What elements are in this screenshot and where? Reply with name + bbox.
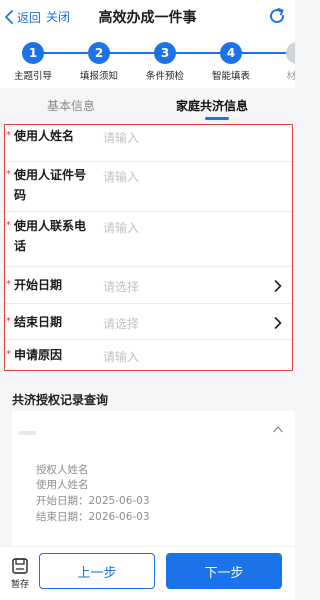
required-mark: * [6,349,11,360]
form-row-end-date[interactable]: * 结束日期 请选择 [5,304,292,340]
required-mark: * [6,130,11,141]
step-connector [109,52,154,54]
form-row-start-date[interactable]: * 开始日期 请选择 [5,267,292,304]
user-name-input[interactable]: 请输入 [103,129,139,146]
active-tab-indicator [205,117,229,120]
record-line: 开始日期：2025-06-03 [36,495,150,507]
field-label: 使用人姓名 [14,129,75,143]
field-label-line1: 使用人联系电 [14,219,87,233]
field-label-line1: 使用人证件号 [14,168,87,182]
step-connector [176,52,221,54]
required-mark: * [6,279,11,290]
form-row-user-phone[interactable]: * 使用人联系电 话 请输入 [5,212,292,267]
record-header-placeholder [18,431,36,435]
required-mark: * [6,316,11,327]
next-step-button[interactable]: 下一步 [166,553,282,589]
authorization-record-card[interactable]: 授权人姓名 使用人姓名 开始日期：2025-06-03 结束日期：2026-06… [12,411,295,546]
record-section-title: 共济授权记录查询 [12,393,109,407]
page-title: 高效办成一件事 [98,10,197,26]
tab-basic-info[interactable]: 基本信息 [47,97,95,114]
save-icon [12,558,28,574]
save-draft-button[interactable]: 暂存 [6,557,34,591]
field-label: 申请原因 [14,348,63,362]
record-line: 结束日期：2026-06-03 [36,511,150,523]
form-row-user-id-number[interactable]: * 使用人证件号 码 请输入 [5,162,292,212]
step-5-dot[interactable] [286,42,295,64]
step-5-label: 材料 [286,71,295,82]
required-mark: * [6,220,11,231]
user-phone-input[interactable]: 请输入 [103,219,139,236]
field-label: 结束日期 [14,315,63,329]
record-line: 授权人姓名 [36,464,89,476]
end-date-select[interactable]: 请选择 [103,315,139,332]
step-2-label: 填报须知 [79,71,119,82]
step-4-label: 智能填表 [211,71,251,82]
top-nav-bar: 返回 关闭 高效办成一件事 [0,0,295,36]
chevron-up-icon[interactable] [273,425,283,433]
tab-family-info[interactable]: 家庭共济信息 [176,97,248,114]
form-row-apply-reason[interactable]: * 申请原因 请输入 [5,340,292,370]
save-label: 暂存 [10,580,29,590]
record-line: 使用人姓名 [36,479,89,491]
step-1-dot[interactable]: 1 [22,42,44,64]
refresh-icon[interactable] [267,6,287,26]
chevron-right-icon[interactable] [274,280,282,292]
previous-step-button[interactable]: 上一步 [39,553,155,589]
field-label: 开始日期 [14,278,63,292]
step-4-dot[interactable]: 4 [220,42,242,64]
start-date-select[interactable]: 请选择 [103,278,139,295]
field-label-line2: 话 [14,239,27,253]
progress-steps: 1 2 3 4 主题引导 填报须知 条件预检 智能填表 材料 [0,36,295,88]
user-id-number-input[interactable]: 请输入 [103,168,139,185]
step-3-label: 条件预检 [145,71,185,82]
required-mark: * [6,169,11,180]
step-3-dot[interactable]: 3 [154,42,176,64]
family-info-form: * 使用人姓名 请输入 * 使用人证件号 码 请输入 * 使用人联系电 话 请输… [4,124,293,371]
chevron-right-icon[interactable] [274,317,282,329]
step-2-dot[interactable]: 2 [88,42,110,64]
form-row-user-name[interactable]: * 使用人姓名 请输入 [5,125,292,162]
field-label-line2: 码 [14,188,27,202]
info-tabs: 基本信息 家庭共济信息 [0,88,295,122]
apply-reason-input[interactable]: 请输入 [103,348,139,365]
step-connector [43,52,88,54]
step-1-label: 主题引导 [13,71,53,82]
bottom-action-bar: 暂存 上一步 下一步 [0,546,295,600]
